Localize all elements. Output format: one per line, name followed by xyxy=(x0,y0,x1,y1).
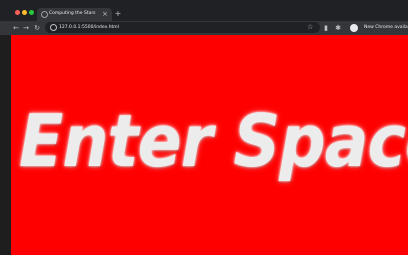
window-minimize-button[interactable] xyxy=(22,10,27,15)
address-bar[interactable]: 127.0.0.1:5500/index.html ☆ xyxy=(45,22,320,33)
globe-icon xyxy=(41,11,48,18)
update-chrome-button[interactable]: New Chrome available xyxy=(364,23,408,33)
tab-title: Computing the Stars xyxy=(49,11,96,16)
profile-avatar[interactable] xyxy=(350,24,358,32)
url-text[interactable]: 127.0.0.1:5500/index.html xyxy=(59,23,119,32)
reload-icon[interactable]: ↻ xyxy=(32,22,42,34)
back-arrow-icon[interactable]: ← xyxy=(11,22,21,34)
window-maximize-button[interactable] xyxy=(29,10,34,15)
browser-toolbar: ← → ↻ 127.0.0.1:5500/index.html ☆ ▮ ✱ Ne… xyxy=(0,21,408,35)
browser-tab-active[interactable]: Computing the Stars × xyxy=(37,8,112,21)
document-icon[interactable]: ▮ xyxy=(321,23,331,33)
page-viewport: Enter Space xyxy=(11,35,408,255)
site-info-icon[interactable] xyxy=(50,24,57,31)
forward-arrow-icon[interactable]: → xyxy=(21,22,31,34)
extensions-icon[interactable]: ✱ xyxy=(333,23,343,33)
page-headline: Enter Space xyxy=(19,99,408,183)
window-close-button[interactable] xyxy=(15,10,20,15)
close-tab-icon[interactable]: × xyxy=(102,9,108,19)
new-tab-button[interactable]: + xyxy=(113,8,123,20)
bookmark-star-icon[interactable]: ☆ xyxy=(307,22,313,33)
tab-strip: Computing the Stars × + xyxy=(0,0,408,21)
